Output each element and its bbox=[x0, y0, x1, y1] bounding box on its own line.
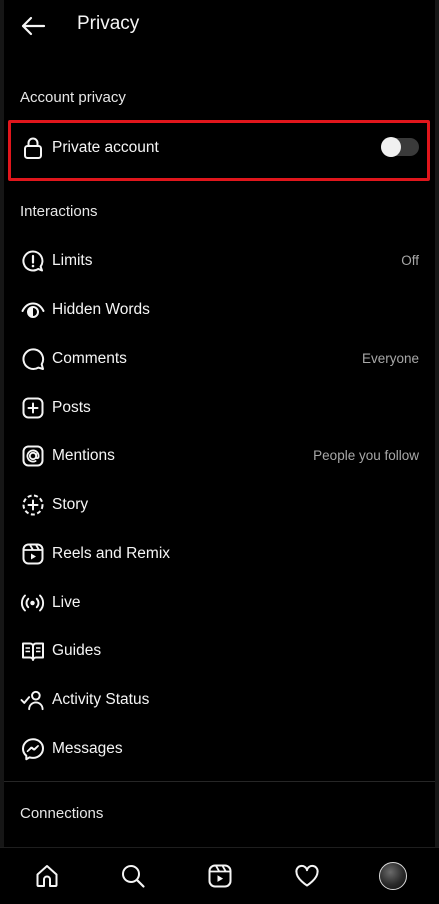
tab-reels[interactable] bbox=[205, 862, 235, 890]
row-label: Activity Status bbox=[52, 690, 150, 708]
comment-icon bbox=[20, 346, 45, 371]
search-icon bbox=[120, 863, 146, 889]
row-label: Comments bbox=[52, 349, 127, 367]
tab-search[interactable] bbox=[118, 862, 148, 890]
story-icon bbox=[20, 492, 45, 517]
back-button[interactable] bbox=[18, 12, 48, 40]
home-icon bbox=[34, 863, 60, 889]
row-reels-and-remix[interactable]: Reels and Remix bbox=[4, 529, 435, 578]
row-label: Hidden Words bbox=[52, 300, 150, 318]
add-post-icon bbox=[20, 395, 45, 420]
row-comments[interactable]: Comments Everyone bbox=[4, 334, 435, 383]
lock-icon bbox=[20, 135, 45, 160]
section-divider bbox=[4, 781, 435, 782]
section-heading-connections: Connections bbox=[20, 805, 104, 822]
private-account-label: Private account bbox=[52, 138, 159, 156]
section-heading-account-privacy: Account privacy bbox=[20, 89, 126, 106]
row-hidden-words[interactable]: Hidden Words bbox=[4, 285, 435, 334]
mention-icon bbox=[20, 443, 45, 468]
private-account-toggle[interactable] bbox=[381, 137, 419, 157]
row-story[interactable]: Story bbox=[4, 480, 435, 529]
bottom-navigation bbox=[0, 847, 439, 904]
row-value: Off bbox=[401, 253, 419, 268]
row-value: Everyone bbox=[361, 351, 419, 366]
reels-icon bbox=[207, 863, 233, 889]
tab-profile[interactable] bbox=[378, 862, 408, 890]
tab-activity[interactable] bbox=[292, 862, 322, 890]
activity-status-icon bbox=[20, 687, 45, 712]
row-posts[interactable]: Posts bbox=[4, 383, 435, 432]
row-activity-status[interactable]: Activity Status bbox=[4, 675, 435, 724]
private-account-row[interactable]: Private account bbox=[4, 123, 435, 172]
row-limits[interactable]: Limits Off bbox=[4, 236, 435, 285]
page-title: Privacy bbox=[77, 13, 140, 34]
section-heading-interactions: Interactions bbox=[20, 203, 98, 220]
tab-home[interactable] bbox=[32, 862, 62, 890]
app-header: Privacy bbox=[0, 0, 439, 52]
guides-icon bbox=[20, 638, 45, 663]
row-label: Mentions bbox=[52, 446, 115, 464]
screen-edge-right bbox=[435, 0, 439, 904]
row-value: People you follow bbox=[313, 448, 419, 463]
reels-icon bbox=[20, 541, 45, 566]
row-mentions[interactable]: Mentions People you follow bbox=[4, 431, 435, 480]
hidden-words-icon bbox=[20, 297, 45, 322]
row-label: Story bbox=[52, 495, 89, 513]
row-label: Posts bbox=[52, 398, 91, 416]
heart-icon bbox=[294, 864, 320, 888]
row-label: Live bbox=[52, 593, 81, 611]
toggle-knob bbox=[381, 137, 401, 157]
row-guides[interactable]: Guides bbox=[4, 626, 435, 675]
row-label: Limits bbox=[52, 251, 93, 269]
limits-icon bbox=[20, 248, 45, 273]
row-label: Guides bbox=[52, 641, 102, 659]
arrow-left-icon bbox=[20, 15, 46, 37]
profile-avatar bbox=[379, 862, 407, 890]
row-label: Messages bbox=[52, 739, 123, 757]
live-icon bbox=[20, 590, 45, 615]
row-label: Reels and Remix bbox=[52, 544, 171, 562]
row-live[interactable]: Live bbox=[4, 578, 435, 627]
row-messages[interactable]: Messages bbox=[4, 724, 435, 773]
messenger-icon bbox=[20, 736, 45, 761]
